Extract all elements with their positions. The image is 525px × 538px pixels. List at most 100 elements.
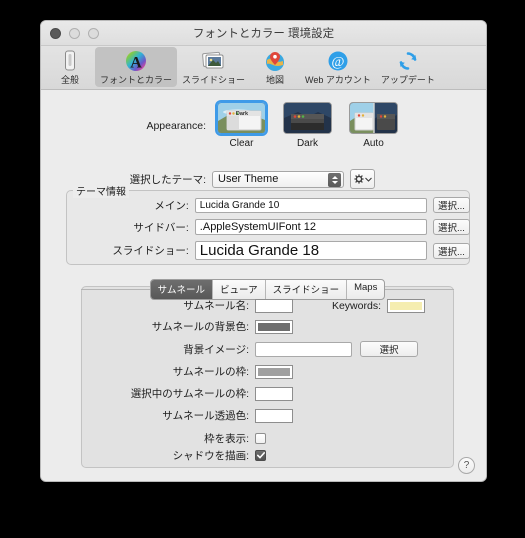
main-font-choose-button[interactable]: 選択...	[432, 197, 470, 213]
background-image-choose-button[interactable]: 選択	[360, 341, 418, 357]
toolbar-label-fonts-colors: フォントとカラー	[100, 75, 173, 85]
tab-viewer[interactable]: ビューア	[213, 280, 266, 299]
thumbnail-bgcolor-well[interactable]	[255, 319, 293, 334]
slideshow-icon	[201, 49, 226, 72]
main-font-field[interactable]: Lucida Grande 10	[194, 197, 427, 213]
toolbar-label-web-account: Web アカウント	[305, 75, 371, 85]
appearance-thumb-clear[interactable]: Dark	[215, 100, 268, 136]
map-pin-icon	[264, 49, 286, 72]
show-frame-checkbox[interactable]	[255, 433, 266, 444]
toolbar-item-fonts-colors[interactable]: A フォントとカラー	[95, 47, 178, 87]
transparent-color-label: サムネール透過色:	[162, 410, 249, 422]
window-titlebar[interactable]: フォントとカラー 環境設定	[41, 21, 486, 46]
checkmark-icon	[256, 452, 265, 459]
chevron-down-icon	[364, 177, 372, 182]
theme-info-row-slideshow: スライドショー: Lucida Grande 18 選択...	[66, 241, 470, 260]
toolbar-item-web-account[interactable]: @ Web アカウント	[300, 47, 376, 87]
tab-bar: サムネール ビューア スライドショー Maps	[81, 279, 454, 300]
thumbnail-frame-label: サムネールの枠:	[172, 366, 249, 378]
background-image-field[interactable]	[255, 341, 352, 357]
appearance-name-clear: Clear	[229, 138, 254, 149]
transparent-color-row: サムネール透過色:	[81, 408, 293, 423]
toolbar-item-slideshow[interactable]: スライドショー	[177, 47, 250, 87]
svg-text:A: A	[130, 54, 142, 71]
theme-action-button[interactable]	[350, 169, 375, 189]
appearance-option-auto[interactable]: Auto	[349, 102, 398, 149]
preferences-window: フォントとカラー 環境設定 全般 A フォントとカラー スライドショー 地図 @…	[40, 20, 487, 482]
sidebar-font-choose-button[interactable]: 選択...	[432, 219, 470, 235]
battery-icon	[63, 49, 77, 72]
desktop-background: フォントとカラー 環境設定 全般 A フォントとカラー スライドショー 地図 @…	[0, 0, 525, 538]
transparent-color-well[interactable]	[255, 408, 293, 423]
toolbar-label-slideshow: スライドショー	[182, 75, 246, 85]
main-font-value: Lucida Grande 10	[199, 199, 280, 211]
background-image-label: 背景イメージ:	[183, 343, 249, 356]
window-title: フォントとカラー 環境設定	[192, 28, 335, 40]
appearance-thumb-auto[interactable]	[349, 102, 398, 134]
thumbnail-bgcolor-row: サムネールの背景色:	[81, 319, 293, 334]
tab-line-left	[81, 289, 150, 290]
at-sign-icon: @	[327, 49, 349, 72]
appearance-options: Dark Clear Dark Auto	[215, 100, 398, 149]
keywords-label: Keywords:	[331, 299, 381, 312]
slideshow-font-field[interactable]: Lucida Grande 18	[194, 241, 427, 260]
thumbnail-bgcolor-label: サムネールの背景色:	[151, 321, 249, 333]
toolbar-item-map[interactable]: 地図	[250, 47, 300, 87]
theme-info-row-sidebar: サイドバー: .AppleSystemUIFont 12 選択...	[66, 219, 470, 235]
transparent-color-swatch	[258, 411, 290, 420]
theme-value: User Theme	[218, 173, 279, 185]
selected-frame-label: 選択中のサムネールの枠:	[130, 388, 249, 400]
help-button[interactable]: ?	[458, 457, 475, 474]
selected-frame-row: 選択中のサムネールの枠:	[81, 386, 293, 401]
refresh-icon	[397, 49, 419, 72]
theme-info-row-main: メイン: Lucida Grande 10 選択...	[66, 197, 470, 213]
toolbar-label-general: 全般	[60, 75, 79, 85]
theme-stepper[interactable]	[328, 172, 341, 187]
appearance-row: Appearance: Dark Clear Dark Auto	[41, 90, 486, 149]
tab-slideshow[interactable]: スライドショー	[266, 280, 348, 299]
thumbnail-bgcolor-swatch	[258, 322, 290, 331]
appearance-name-auto: Auto	[363, 138, 384, 149]
toolbar-item-update[interactable]: アップデート	[376, 47, 440, 87]
tab-list: サムネール ビューア スライドショー Maps	[149, 279, 386, 300]
draw-shadow-label: シャドウを描画:	[172, 450, 249, 462]
thumbnail-frame-row: サムネールの枠:	[81, 364, 293, 379]
thumbnail-name-color-swatch	[258, 301, 290, 310]
thumbnail-name-label: サムネール名:	[183, 300, 249, 312]
preferences-content: Appearance: Dark Clear Dark Auto 選択したテーマ…	[41, 90, 486, 481]
toolbar-label-map: 地図	[266, 75, 285, 85]
sidebar-font-field[interactable]: .AppleSystemUIFont 12	[194, 219, 427, 235]
show-frame-row: 枠を表示:	[81, 431, 266, 446]
main-font-label: メイン:	[154, 199, 189, 212]
svg-text:@: @	[332, 55, 345, 70]
slideshow-font-choose-button[interactable]: 選択...	[432, 242, 470, 259]
svg-text:Dark: Dark	[236, 111, 249, 117]
background-image-row: 背景イメージ: 選択	[81, 341, 418, 357]
tab-thumbnail[interactable]: サムネール	[150, 280, 213, 299]
keywords-color-well[interactable]	[387, 298, 425, 313]
sidebar-font-label: サイドバー:	[133, 221, 189, 234]
slideshow-font-label: スライドショー:	[112, 245, 189, 257]
appearance-label: Appearance:	[146, 120, 206, 132]
toolbar-item-general[interactable]: 全般	[45, 47, 95, 87]
selected-frame-color-swatch	[258, 389, 290, 398]
tab-maps[interactable]: Maps	[347, 280, 384, 299]
draw-shadow-checkbox[interactable]	[255, 450, 266, 461]
selected-frame-color-well[interactable]	[255, 386, 293, 401]
sidebar-font-value: .AppleSystemUIFont 12	[199, 221, 316, 233]
theme-info-title: テーマ情報	[73, 183, 129, 198]
toolbar: 全般 A フォントとカラー スライドショー 地図 @ Web アカウント アップ…	[41, 46, 486, 90]
font-color-icon: A	[125, 49, 147, 72]
thumbnail-name-row: サムネール名: Keywords:	[81, 298, 425, 313]
appearance-option-dark[interactable]: Dark	[283, 102, 332, 149]
gear-icon	[353, 174, 364, 184]
appearance-thumb-dark[interactable]	[283, 102, 332, 134]
slideshow-font-value: Lucida Grande 18	[199, 242, 320, 259]
thumbnail-name-color-well[interactable]	[255, 298, 293, 313]
tab-line-right	[385, 289, 454, 290]
thumbnail-frame-color-well[interactable]	[255, 364, 293, 379]
draw-shadow-row: シャドウを描画:	[81, 448, 266, 463]
keywords-color-swatch	[390, 301, 422, 310]
appearance-option-clear[interactable]: Dark Clear	[215, 100, 268, 149]
theme-popup-button[interactable]: User Theme	[212, 170, 344, 188]
